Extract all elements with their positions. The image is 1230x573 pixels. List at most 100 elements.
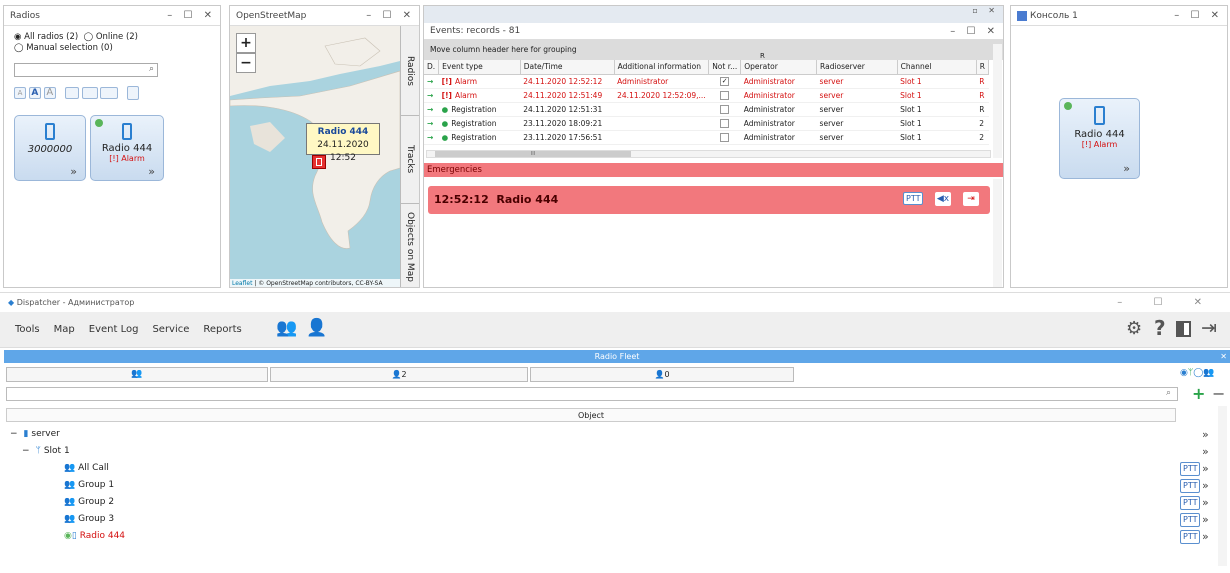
menu-item-tools[interactable]: Tools xyxy=(15,324,40,335)
side-tab-objects[interactable]: Objects on Map xyxy=(401,204,419,287)
group-users-icon[interactable]: 👥 xyxy=(276,318,297,338)
not-read-checkbox[interactable] xyxy=(708,130,741,145)
add-button[interactable]: + xyxy=(1192,384,1205,403)
grouping-area[interactable]: Move column header here for grouping R xyxy=(424,40,1003,60)
tile-medium-button[interactable] xyxy=(81,87,98,99)
logout-icon[interactable]: ⇥ xyxy=(1201,317,1217,339)
close-icon[interactable]: ✕ xyxy=(1220,350,1227,363)
fleet-tab-offline[interactable]: 👤0 xyxy=(530,367,794,382)
vertical-scrollbar[interactable] xyxy=(993,44,1002,158)
chevron-double-icon[interactable]: » xyxy=(1202,443,1209,460)
event-row[interactable]: → ● Registration 23.11.2020 17:56:51 Adminis… xyxy=(424,130,989,145)
not-read-checkbox[interactable] xyxy=(708,116,741,131)
tile-large-button[interactable] xyxy=(100,87,119,99)
menu-item-reports[interactable]: Reports xyxy=(203,324,241,335)
radio-filter-manual[interactable]: ◯ Manual selection (0) xyxy=(14,43,220,54)
chevron-double-icon[interactable]: » xyxy=(1123,162,1130,175)
ptt-button[interactable]: PTT xyxy=(1180,462,1201,476)
column-header[interactable]: D. xyxy=(424,60,440,75)
tree-toggle[interactable]: − xyxy=(22,446,30,456)
radio-tile-3000000[interactable]: 3000000 » xyxy=(14,115,86,181)
fleet-tab-radios[interactable]: 👤2 xyxy=(270,367,528,382)
tree-row[interactable]: ◉▯ Radio 444 PTT» xyxy=(0,528,1220,545)
object-column-header[interactable]: Object xyxy=(6,408,1176,422)
radio-filter-all[interactable]: ◉ All radios (2) xyxy=(14,32,78,42)
window-controls[interactable]: – ☐ ✕ xyxy=(1174,6,1223,26)
tree-row[interactable]: 👥 All Call PTT» xyxy=(0,460,1220,477)
chevron-double-icon[interactable]: » xyxy=(1202,477,1209,494)
layout-icon[interactable] xyxy=(1176,321,1191,337)
zoom-in-button[interactable]: + xyxy=(236,33,256,53)
tree-row[interactable]: 👥 Group 2 PTT» xyxy=(0,494,1220,511)
radio-view-button[interactable] xyxy=(127,86,140,100)
menu-item-map[interactable]: Map xyxy=(54,324,75,335)
font-medium-button[interactable]: A xyxy=(28,87,41,99)
not-read-checkbox[interactable]: ✓ xyxy=(708,74,741,89)
leaflet-link[interactable]: Leaflet xyxy=(232,280,252,287)
chevron-double-icon[interactable]: » xyxy=(1202,528,1209,545)
column-header[interactable]: R xyxy=(976,60,990,75)
fleet-search-input[interactable]: ⌕ xyxy=(6,387,1178,401)
ptt-button[interactable]: PTT xyxy=(1180,513,1201,527)
help-icon[interactable]: ? xyxy=(1154,316,1166,340)
tile-small-button[interactable] xyxy=(64,87,79,99)
fleet-view-options[interactable]: ◉ᛘ◯👥 xyxy=(1180,368,1215,378)
side-tab-radios[interactable]: Radios xyxy=(401,26,419,116)
chevron-double-icon[interactable]: » xyxy=(1202,494,1209,511)
remove-button[interactable]: − xyxy=(1212,384,1225,403)
ptt-button[interactable]: PTT xyxy=(903,192,924,205)
window-controls[interactable]: – ☐ ✕ xyxy=(366,6,415,26)
event-row[interactable]: → ● Registration 24.11.2020 12:51:31 Adminis… xyxy=(424,102,989,117)
scroll-thumb[interactable]: III xyxy=(435,151,631,157)
menu-item-service[interactable]: Service xyxy=(152,324,189,335)
emergency-scrollbar[interactable] xyxy=(993,179,1002,287)
chevron-double-icon[interactable]: » xyxy=(1202,511,1209,528)
column-header[interactable]: Channel xyxy=(897,60,977,75)
event-row[interactable]: → [!] Alarm 24.11.2020 12:52:12 Administrato… xyxy=(424,74,989,89)
radios-search-input[interactable]: ⌕ xyxy=(14,63,158,77)
not-read-checkbox[interactable] xyxy=(708,102,741,117)
column-header[interactable]: Date/Time xyxy=(520,60,615,75)
tree-row[interactable]: 👥 Group 3 PTT» xyxy=(0,511,1220,528)
chevron-double-icon[interactable]: » xyxy=(148,165,155,178)
ptt-button[interactable]: PTT xyxy=(1180,530,1201,544)
chevron-double-icon[interactable]: » xyxy=(70,165,77,178)
emergency-card[interactable]: 12:52:12 Radio 444 PTT ◀x ⇥ xyxy=(428,186,990,214)
event-row[interactable]: → [!] Alarm 24.11.2020 12:51:49 24.11.2020 1… xyxy=(424,88,989,103)
column-header[interactable]: Event type xyxy=(438,60,521,75)
gear-icon[interactable]: ⚙ xyxy=(1126,318,1142,339)
radio-tile-444[interactable]: Radio 444 [!] Alarm » xyxy=(90,115,164,181)
tree-row[interactable]: 👥 Group 1 PTT» xyxy=(0,477,1220,494)
exit-icon[interactable]: ⇥ xyxy=(963,192,979,206)
not-read-checkbox[interactable] xyxy=(708,88,741,103)
window-controls[interactable]: – ☐ ✕ xyxy=(950,23,999,40)
radio-filter-online[interactable]: ◯ Online (2) xyxy=(84,32,138,42)
chevron-double-icon[interactable]: » xyxy=(1202,426,1209,443)
radio-map-marker-icon[interactable] xyxy=(312,155,326,169)
tree-row[interactable]: − ▮ server » xyxy=(0,426,1220,443)
mute-icon[interactable]: ◀x xyxy=(935,192,951,206)
font-small-button[interactable]: A xyxy=(14,87,26,99)
event-row[interactable]: → ● Registration 23.11.2020 18:09:21 Adminis… xyxy=(424,116,989,131)
console-radio-tile[interactable]: Radio 444 [!] Alarm » xyxy=(1059,98,1140,179)
tree-toggle[interactable]: − xyxy=(10,429,18,439)
side-tab-tracks[interactable]: Tracks xyxy=(401,116,419,204)
font-large-button[interactable]: A xyxy=(43,87,56,99)
fleet-tab-groups[interactable]: 👥 xyxy=(6,367,268,382)
column-header[interactable]: Not r... xyxy=(708,60,742,75)
ptt-button[interactable]: PTT xyxy=(1180,496,1201,510)
user-list-icon[interactable]: 👤 xyxy=(306,318,327,338)
window-controls[interactable]: ▫ ✕ xyxy=(972,6,999,15)
zoom-out-button[interactable]: − xyxy=(236,53,256,73)
menu-item-event-log[interactable]: Event Log xyxy=(89,324,139,335)
column-header[interactable]: Operator xyxy=(740,60,818,75)
tree-row[interactable]: − ᛘ Slot 1 » xyxy=(0,443,1220,460)
tree-scrollbar[interactable] xyxy=(1218,406,1227,566)
window-controls[interactable]: – ☐ ✕ xyxy=(1117,293,1216,313)
column-header[interactable]: Additional information xyxy=(614,60,710,75)
chevron-double-icon[interactable]: » xyxy=(1202,460,1209,477)
horizontal-scrollbar[interactable]: III xyxy=(426,150,991,158)
column-header[interactable]: Radioserver xyxy=(816,60,898,75)
window-controls[interactable]: – ☐ ✕ xyxy=(167,6,216,26)
ptt-button[interactable]: PTT xyxy=(1180,479,1201,493)
